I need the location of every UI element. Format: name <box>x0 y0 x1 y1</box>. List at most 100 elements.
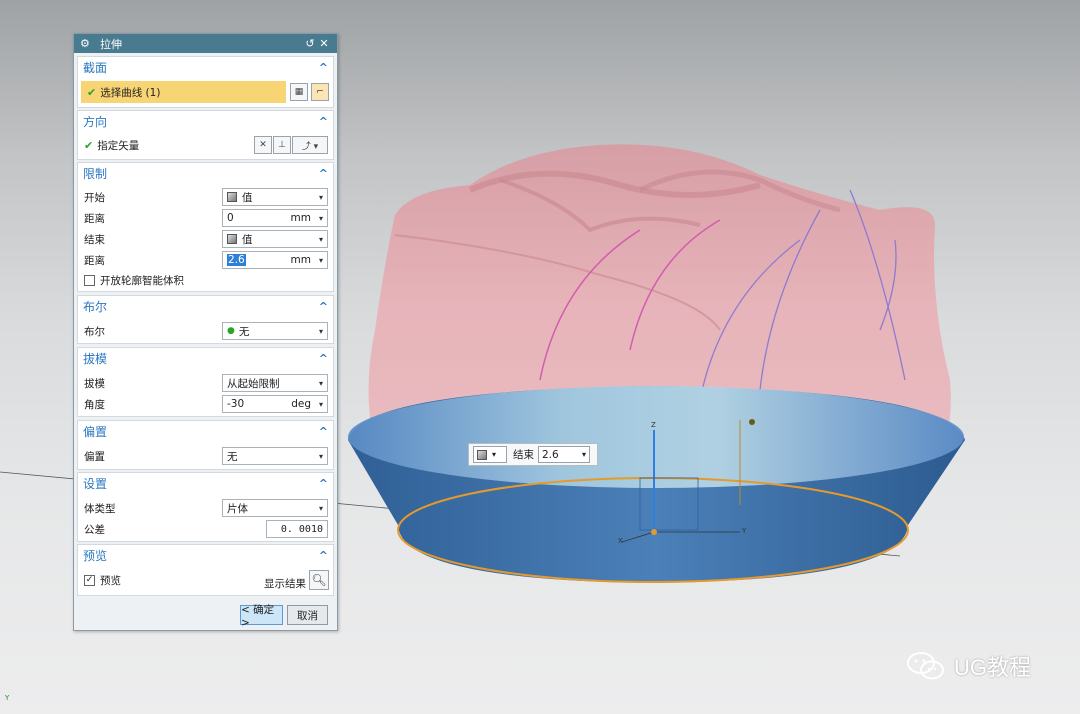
angle-input[interactable]: -30 deg ▾ <box>222 395 328 413</box>
dropdown-arrow-icon: ▾ <box>318 213 323 223</box>
boolean-header[interactable]: 布尔 ^ <box>78 296 333 317</box>
draft-header[interactable]: 拔模 ^ <box>78 348 333 369</box>
draft-group: 拔模 ^ 拔模 从起始限制 ▾ 角度 -30 deg ▾ <box>77 347 334 417</box>
reset-icon[interactable]: ↺ <box>303 37 317 50</box>
section-header[interactable]: 截面 ^ <box>78 57 333 78</box>
dropdown-arrow-icon: ▾ <box>318 451 323 461</box>
show-result-button[interactable]: 🔍︎ <box>309 570 329 590</box>
settings-header[interactable]: 设置 ^ <box>78 473 333 494</box>
wechat-icon <box>907 652 944 680</box>
body-type-value: 片体 <box>227 502 248 515</box>
dropdown-arrow-icon: ▾ <box>318 255 323 265</box>
boolean-header-label: 布尔 <box>83 300 108 314</box>
direction-header-label: 方向 <box>83 115 108 129</box>
extrude-dialog: ⚙ 拉伸 ↺ ✕ 截面 ^ ✔ 选择曲线 (1) ▦ ⌐ 方向 ^ ✔ 指定矢量… <box>73 33 338 631</box>
collapse-icon[interactable]: ^ <box>319 477 328 490</box>
boolean-none-icon: ● <box>227 326 235 336</box>
collapse-icon[interactable]: ^ <box>319 115 328 128</box>
preview-checkbox-label: 预览 <box>100 574 121 587</box>
boolean-group: 布尔 ^ 布尔 ● 无 ▾ <box>77 295 334 344</box>
extruded-sheet[interactable] <box>348 386 965 583</box>
corner-axis-y-label: Y <box>5 694 10 702</box>
dialog-title: 拉伸 <box>100 37 122 51</box>
axis-x-label: X <box>618 537 623 545</box>
draft-header-label: 拔模 <box>83 352 108 366</box>
open-profile-checkbox[interactable] <box>84 274 95 286</box>
direction-header[interactable]: 方向 ^ <box>78 111 333 132</box>
collapse-icon[interactable]: ^ <box>319 352 328 365</box>
handle-value-field[interactable]: 2.6 ▾ <box>538 446 590 463</box>
handle-label: 结束 <box>513 449 534 461</box>
collapse-icon[interactable]: ^ <box>319 167 328 180</box>
body-type-select[interactable]: 片体 ▾ <box>222 499 328 517</box>
draft-value: 从起始限制 <box>227 377 280 390</box>
preview-header[interactable]: 预览 ^ <box>78 545 333 566</box>
handle-value: 2.6 <box>542 448 559 461</box>
cube-icon <box>227 192 237 202</box>
end-label: 结束 <box>84 233 105 246</box>
collapse-icon[interactable]: ^ <box>319 300 328 313</box>
sketch-section-button[interactable]: ▦ <box>290 83 308 101</box>
tolerance-value: 0. 0010 <box>280 523 323 535</box>
offset-header-label: 偏置 <box>83 425 108 439</box>
offset-label: 偏置 <box>84 450 105 463</box>
checkmark-icon: ✔ <box>87 85 97 99</box>
offset-select[interactable]: 无 ▾ <box>222 447 328 465</box>
open-profile-checkbox-row[interactable]: 开放轮廓智能体积 <box>84 270 327 290</box>
dropdown-arrow-icon: ▾ <box>581 450 586 459</box>
ok-button[interactable]: < 确定 > <box>240 604 283 629</box>
dropdown-arrow-icon: ▾ <box>492 450 497 459</box>
boolean-select[interactable]: ● 无 ▾ <box>222 322 328 340</box>
end-distance-handle[interactable]: ▾ 结束 2.6 ▾ <box>468 443 598 466</box>
end-distance-input[interactable]: 2.6 mm ▾ <box>222 251 328 269</box>
direction-group: 方向 ^ ✔ 指定矢量 ✕ ⊥ ⤴ ▾ <box>77 110 334 160</box>
start-label: 开始 <box>84 191 105 204</box>
cube-icon <box>227 234 237 244</box>
draft-select[interactable]: 从起始限制 ▾ <box>222 374 328 392</box>
dropdown-arrow-icon: ▾ <box>318 399 323 409</box>
dropdown-arrow-icon: ▾ <box>318 503 323 513</box>
vector-type-dropdown[interactable]: ⤴ ▾ <box>292 136 328 154</box>
axis-y-label: Y <box>742 527 747 535</box>
start-type-select[interactable]: 值 ▾ <box>222 188 328 206</box>
vector-dialog-button[interactable]: ⊥ <box>273 136 291 154</box>
gear-icon: ⚙ <box>80 37 90 50</box>
vector-label: 指定矢量 <box>97 139 140 152</box>
start-distance-value: 0 <box>227 212 234 224</box>
dropdown-arrow-icon: ▾ <box>318 192 323 202</box>
cancel-button[interactable]: 取消 <box>287 605 328 625</box>
collapse-icon[interactable]: ^ <box>319 61 328 74</box>
open-profile-label: 开放轮廓智能体积 <box>100 274 184 287</box>
preview-group: 预览 ^ ✓ 预览 显示结果 🔍︎ <box>77 544 334 596</box>
preview-checkbox[interactable]: ✓ <box>84 574 95 586</box>
axis-z-label: Z <box>651 421 656 429</box>
curve-select-button[interactable]: ⌐ <box>311 83 329 101</box>
close-icon[interactable]: ✕ <box>317 37 331 50</box>
tolerance-input[interactable]: 0. 0010 <box>266 520 328 538</box>
angle-value: -30 <box>227 398 245 410</box>
start-distance-label: 距离 <box>84 212 105 225</box>
end-type-select[interactable]: 值 ▾ <box>222 230 328 248</box>
watermark-text: UG教程 <box>954 655 1032 680</box>
section-header-label: 截面 <box>83 61 108 75</box>
watermark: UG教程 <box>906 650 1031 682</box>
end-distance-value: 2.6 <box>227 254 246 266</box>
offset-header[interactable]: 偏置 ^ <box>78 421 333 442</box>
tolerance-label: 公差 <box>84 523 105 536</box>
preview-header-label: 预览 <box>83 549 108 563</box>
boolean-value: 无 <box>238 325 250 338</box>
limits-header[interactable]: 限制 ^ <box>78 163 333 184</box>
limits-header-label: 限制 <box>83 167 108 181</box>
reverse-direction-button[interactable]: ✕ <box>254 136 272 154</box>
dropdown-arrow-icon: ▾ <box>318 326 323 336</box>
start-type-value: 值 <box>242 191 253 204</box>
collapse-icon[interactable]: ^ <box>319 425 328 438</box>
end-distance-unit: mm <box>290 254 311 266</box>
handle-type-dropdown[interactable]: ▾ <box>473 446 507 463</box>
dialog-titlebar: ⚙ 拉伸 ↺ ✕ <box>74 34 337 53</box>
collapse-icon[interactable]: ^ <box>319 549 328 562</box>
start-distance-input[interactable]: 0 mm ▾ <box>222 209 328 227</box>
angle-label: 角度 <box>84 398 105 411</box>
cube-icon <box>477 449 487 460</box>
select-curve-row[interactable]: ✔ 选择曲线 (1) <box>81 81 286 103</box>
